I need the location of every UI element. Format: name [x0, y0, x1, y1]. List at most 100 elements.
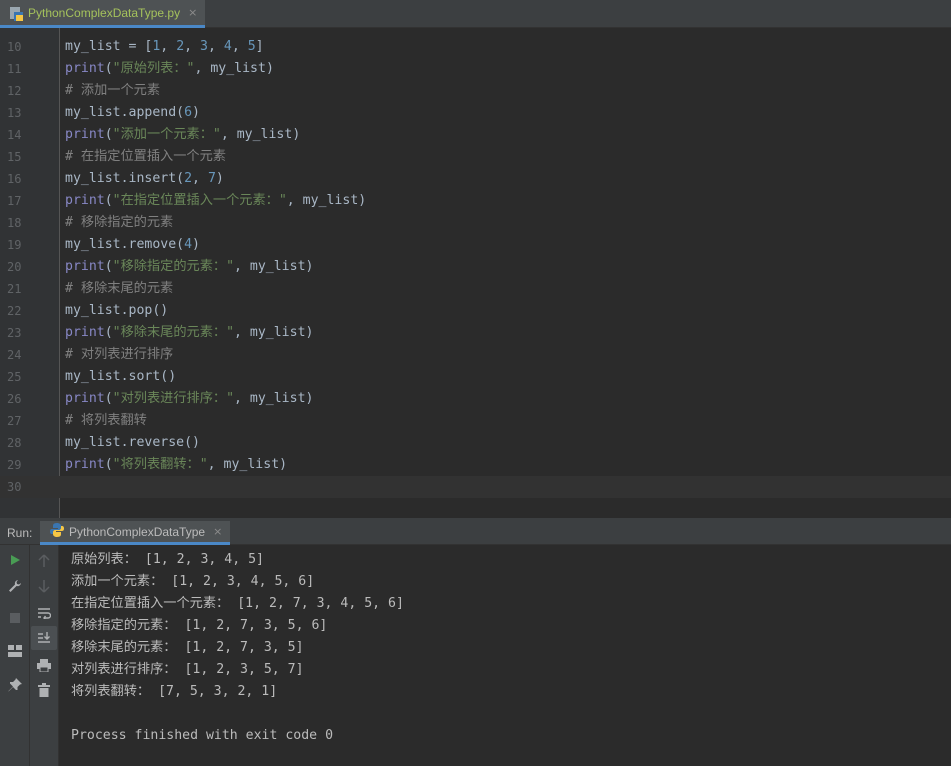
code-line[interactable]: 12 # 添加一个元素 [0, 80, 951, 102]
code-line[interactable]: 15 # 在指定位置插入一个元素 [0, 146, 951, 168]
code-line[interactable]: 28 my_list.reverse() [0, 432, 951, 454]
line-number: 20 [7, 260, 22, 274]
code-text: my_list = [1, 2, 3, 4, 5] [65, 36, 264, 58]
code-token: ( [104, 61, 113, 76]
soft-wrap-icon[interactable] [33, 602, 55, 624]
console-line: Process finished with exit code 0 [71, 728, 334, 743]
code-token: print [65, 127, 105, 142]
line-number: 29 [7, 458, 22, 472]
code-line[interactable]: 30 [0, 476, 951, 498]
code-text: my_list.append(6) [65, 102, 200, 124]
code-token: 2 [176, 39, 185, 54]
line-number: 19 [7, 238, 22, 252]
run-icon[interactable] [4, 549, 26, 571]
code-token: "移除指定的元素：" [112, 259, 235, 274]
code-token: ( [104, 127, 113, 142]
line-number: 12 [7, 84, 22, 98]
code-text: print("将列表翻转：", my_list) [65, 454, 287, 476]
line-number: 18 [7, 216, 22, 230]
line-number: 21 [7, 282, 22, 296]
line-number: 13 [7, 106, 22, 120]
code-token: my_list.pop() [65, 303, 169, 318]
line-number: 25 [7, 370, 22, 384]
code-token: print [65, 259, 105, 274]
code-text: my_list.pop() [65, 300, 168, 322]
code-line[interactable]: 26 print("对列表进行排序：", my_list) [0, 388, 951, 410]
code-line[interactable]: 24 # 对列表进行排序 [0, 344, 951, 366]
run-tab[interactable]: PythonComplexDataType × [40, 521, 231, 545]
code-token: # 对列表进行排序 [65, 347, 174, 362]
code-line[interactable]: 18 # 移除指定的元素 [0, 212, 951, 234]
code-text: print("移除末尾的元素：", my_list) [65, 322, 313, 344]
code-token: , my_list) [286, 193, 367, 208]
code-line[interactable]: 17 print("在指定位置插入一个元素：", my_list) [0, 190, 951, 212]
code-token: "对列表进行排序：" [112, 391, 235, 406]
code-token: print [65, 61, 105, 76]
code-line[interactable]: 21 # 移除末尾的元素 [0, 278, 951, 300]
wrench-icon[interactable] [4, 575, 26, 597]
line-number: 24 [7, 348, 22, 362]
layout-icon[interactable] [4, 640, 26, 662]
print-icon[interactable] [33, 654, 55, 676]
code-line[interactable]: 29 print("将列表翻转：", my_list) [0, 454, 951, 476]
code-token: my_list.remove( [65, 237, 185, 252]
code-token: ( [104, 259, 113, 274]
console-output[interactable]: 原始列表： [1, 2, 3, 4, 5] 添加一个元素： [1, 2, 3, 4… [59, 545, 951, 766]
code-token: ( [104, 457, 113, 472]
pin-icon[interactable] [4, 674, 26, 696]
code-token: , [184, 39, 201, 54]
code-line[interactable]: 14 print("添加一个元素：", my_list) [0, 124, 951, 146]
code-text: print("原始列表：", my_list) [65, 58, 274, 80]
code-token: , [160, 39, 177, 54]
code-token: ) [192, 237, 200, 252]
code-token: ) [215, 171, 224, 186]
line-number: 23 [7, 326, 22, 340]
code-text: print("在指定位置插入一个元素：", my_list) [65, 190, 366, 212]
line-number: 28 [7, 436, 22, 450]
arrow-up-icon[interactable] [33, 550, 55, 572]
code-text: my_list.sort() [65, 366, 176, 388]
code-token: 4 [184, 237, 193, 252]
code-line[interactable]: 27 # 将列表翻转 [0, 410, 951, 432]
trash-icon[interactable] [33, 679, 55, 701]
line-number: 17 [7, 194, 22, 208]
close-icon[interactable]: × [188, 6, 197, 19]
close-icon[interactable]: × [213, 525, 222, 538]
code-line[interactable]: 20 print("移除指定的元素：", my_list) [0, 256, 951, 278]
code-editor[interactable]: 10 my_list = [1, 2, 3, 4, 5] 11 print("原始列表… [0, 28, 951, 518]
scroll-to-end-icon[interactable] [31, 626, 57, 650]
code-line[interactable]: 23 print("移除末尾的元素：", my_list) [0, 322, 951, 344]
code-line[interactable]: 16 my_list.insert(2, 7) [0, 168, 951, 190]
code-token: # 在指定位置插入一个元素 [65, 149, 226, 164]
arrow-down-icon[interactable] [33, 575, 55, 597]
code-token: ( [104, 193, 113, 208]
code-token: # 移除指定的元素 [65, 215, 174, 230]
code-token: ( [104, 325, 113, 340]
code-line[interactable]: 19 my_list.remove(4) [0, 234, 951, 256]
stop-icon[interactable] [4, 607, 26, 629]
console-line: 将列表翻转： [7, 5, 3, 2, 1] [71, 684, 278, 699]
code-token: print [65, 193, 105, 208]
line-number: 27 [7, 414, 22, 428]
code-line[interactable]: 10 my_list = [1, 2, 3, 4, 5] [0, 36, 951, 58]
code-token: print [65, 325, 105, 340]
run-tab-label: PythonComplexDataType [69, 524, 206, 539]
code-line[interactable]: 13 my_list.append(6) [0, 102, 951, 124]
code-token: 2 [184, 171, 193, 186]
code-text: my_list.reverse() [65, 432, 200, 454]
code-token: print [65, 457, 105, 472]
console-line: 移除末尾的元素： [1, 2, 7, 3, 5] [71, 640, 304, 655]
code-token: 6 [184, 105, 193, 120]
code-token: , my_list) [194, 61, 274, 76]
code-line[interactable]: 11 print("原始列表：", my_list) [0, 58, 951, 80]
line-number: 16 [7, 172, 22, 186]
code-line[interactable]: 22 my_list.pop() [0, 300, 951, 322]
line-number: 10 [7, 40, 22, 54]
code-line[interactable]: 25 my_list.sort() [0, 366, 951, 388]
code-text: my_list.remove(4) [65, 234, 200, 256]
console-line: 在指定位置插入一个元素： [1, 2, 7, 3, 4, 5, 6] [71, 596, 404, 611]
code-token: my_list.insert( [65, 171, 185, 186]
editor-tab[interactable]: PythonComplexDataType.py × [0, 0, 206, 28]
python-file-icon [10, 6, 23, 21]
line-number: 14 [7, 128, 22, 142]
